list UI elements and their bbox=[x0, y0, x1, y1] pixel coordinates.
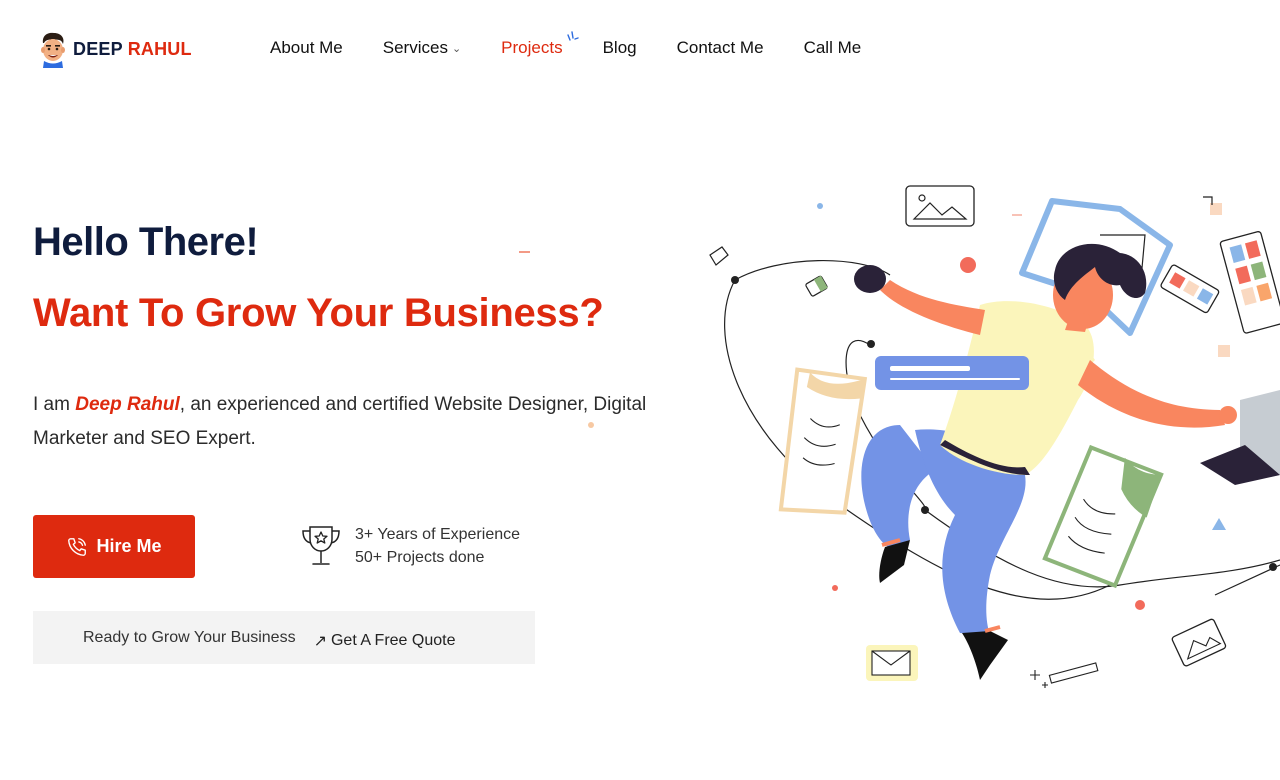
experience-projects: 50+ Projects done bbox=[355, 549, 485, 566]
cta-row: Hire Me 3+ Years of Experience 50+ Proje… bbox=[33, 515, 653, 578]
main-nav: About Me Services ⌄ Projects Blog Contac… bbox=[270, 31, 901, 58]
brand-name-first: DEEP bbox=[73, 38, 123, 59]
nav-item-contact-me[interactable]: Contact Me bbox=[677, 38, 764, 58]
sparkle-icon bbox=[566, 31, 579, 41]
nav-item-blog[interactable]: Blog bbox=[603, 38, 637, 58]
nav-label: Projects bbox=[501, 38, 563, 57]
brand-logo[interactable]: DEEP RAHUL bbox=[37, 30, 192, 68]
nav-item-services[interactable]: Services ⌄ bbox=[383, 38, 461, 58]
nav-label: Contact Me bbox=[676, 38, 764, 57]
intro-prefix: I am bbox=[33, 394, 76, 415]
nav-label: Blog bbox=[602, 38, 637, 57]
hire-me-button[interactable]: Hire Me bbox=[33, 515, 195, 578]
site-header: DEEP RAHUL About Me Services ⌄ Projects … bbox=[0, 0, 1280, 100]
hero-greeting: Hello There! bbox=[33, 220, 259, 264]
nav-item-call-me[interactable]: Call Me bbox=[804, 38, 862, 58]
avatar-icon bbox=[41, 32, 65, 68]
phone-icon bbox=[68, 537, 87, 556]
nav-item-projects[interactable]: Projects bbox=[501, 31, 579, 58]
nav-item-about-me[interactable]: About Me bbox=[270, 38, 343, 58]
quote-prompt: Ready to Grow Your Business bbox=[83, 628, 296, 646]
trophy-icon bbox=[302, 526, 340, 565]
nav-label: About Me bbox=[270, 38, 343, 57]
hero-headline: Want To Grow Your Business? bbox=[33, 291, 604, 335]
nav-label: Call Me bbox=[803, 38, 862, 57]
intro-name: Deep Rahul bbox=[75, 394, 180, 415]
hire-me-label: Hire Me bbox=[96, 536, 162, 556]
nav-label: Services bbox=[382, 38, 448, 57]
free-quote-link[interactable]: ↗ Get A Free Quote bbox=[314, 631, 456, 651]
arrow-up-right-icon: ↗ bbox=[313, 632, 327, 650]
chevron-down-icon: ⌄ bbox=[451, 42, 462, 55]
hero-text: Hello There! Want To Grow Your Business?… bbox=[33, 220, 723, 456]
hero-illustration bbox=[709, 185, 1280, 688]
free-quote-label: Get A Free Quote bbox=[330, 631, 456, 649]
brand-name: DEEP RAHUL bbox=[73, 39, 192, 60]
quote-bar: Ready to Grow Your Business ↗ Get A Free… bbox=[33, 611, 535, 664]
brand-name-last: RAHUL bbox=[127, 38, 192, 59]
hero-intro: I am Deep Rahul, an experienced and cert… bbox=[33, 388, 723, 456]
experience-summary: 3+ Years of Experience 50+ Projects done bbox=[299, 523, 520, 569]
experience-text: 3+ Years of Experience 50+ Projects done bbox=[355, 523, 520, 569]
experience-years: 3+ Years of Experience bbox=[355, 526, 521, 543]
